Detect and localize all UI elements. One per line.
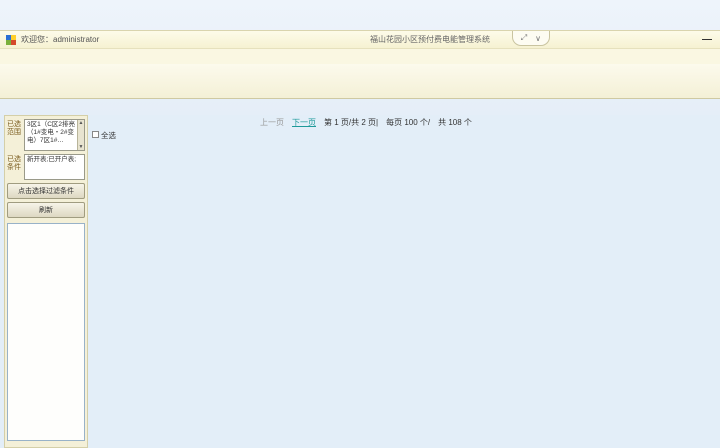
per-page-info: 每页 100 个/ (386, 117, 430, 128)
main-content-area (0, 115, 720, 448)
range-listbox[interactable]: 3区1（C区2排亮（1#变电・2#变电）7区1#… ▲▼ (24, 119, 85, 151)
pagination-bar: 上一页 下一页 第 1 页/共 2 页| 每页 100 个/ 共 108 个 (260, 117, 472, 128)
ribbon-toggle-pill: ⤢ ∨ (512, 31, 550, 46)
title-bar: 欢迎您：administrator 福山花园小区预付费电能管理系统 ⤢ ∨ — (0, 30, 720, 49)
listbox-scrollbar[interactable]: ▲▼ (77, 120, 84, 150)
page-info: 第 1 页/共 2 页| (324, 117, 378, 128)
condition-label: 已选条件 (7, 154, 24, 180)
welcome-text: 欢迎您：administrator (21, 34, 99, 45)
refresh-button[interactable]: 刷新 (7, 202, 85, 218)
app-window: 欢迎您：administrator 福山花园小区预付费电能管理系统 ⤢ ∨ — … (0, 0, 720, 448)
select-all-checkbox[interactable] (92, 131, 99, 138)
choose-filter-button[interactable]: 点击选择过滤条件 (7, 183, 85, 199)
minimize-icon[interactable]: — (702, 34, 712, 45)
tab-strip (0, 99, 720, 115)
app-logo-icon (6, 35, 16, 45)
menu-bar (0, 49, 720, 64)
select-all[interactable]: 全选 (92, 130, 116, 141)
ribbon (0, 64, 720, 99)
batch-controls: 全选 (92, 130, 116, 141)
prev-page-link[interactable]: 上一页 (260, 117, 284, 128)
next-page-link[interactable]: 下一页 (292, 117, 316, 128)
resize-icon[interactable]: ⤢ (521, 33, 527, 43)
sidebar: 已选范围 3区1（C区2排亮（1#变电・2#变电）7区1#… ▲▼ 已选条件 新… (4, 115, 88, 448)
condition-box[interactable]: 新开表;已开户表; (24, 154, 85, 180)
window-title: 福山花园小区预付费电能管理系统 (330, 34, 530, 45)
collapse-icon[interactable]: ∨ (535, 34, 541, 43)
range-label: 已选范围 (7, 119, 24, 151)
building-tree (7, 223, 85, 441)
total-count: 共 108 个 (438, 117, 472, 128)
